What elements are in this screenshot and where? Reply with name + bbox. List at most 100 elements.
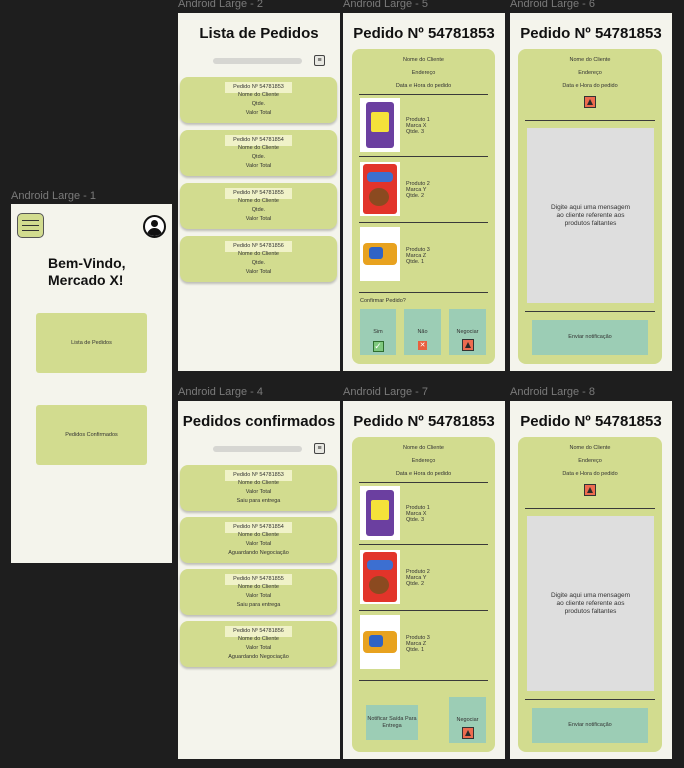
hamburger-icon — [22, 220, 39, 231]
client-name: Nome do Cliente — [238, 198, 279, 204]
order-status: Aguardando Negociação — [228, 550, 289, 556]
confirmed-order-card[interactable]: Pedido Nº 54781853 Nome do Cliente Valor… — [180, 465, 337, 511]
send-notification-button[interactable]: Enviar notificação — [532, 320, 648, 355]
product-2-info: Produto 2 Marca Y Qtde. 2 — [406, 181, 430, 199]
client-name: Nome do Cliente — [238, 92, 279, 98]
client-name: Nome do Cliente — [238, 251, 279, 257]
client-name: Nome do Cliente — [238, 145, 279, 151]
warning-icon — [461, 727, 474, 739]
negotiation-screen-2: Pedido Nº 54781853 Nome do Cliente Ender… — [510, 401, 672, 759]
order-total: Valor Total — [245, 489, 272, 495]
orders-list-button[interactable]: Lista de Pedidos — [36, 313, 147, 373]
welcome-line-2: Mercado X! — [48, 272, 124, 288]
order-detail-screen: Pedido Nº 54781853 Nome do Cliente Ender… — [343, 13, 505, 371]
product-2-info: Produto 2 Marca Y Qtde. 2 — [406, 569, 430, 587]
page-title: Pedido Nº 54781853 — [520, 413, 662, 430]
frame-label-1: Android Large - 1 — [11, 190, 96, 202]
order-card[interactable]: Pedido Nº 54781853 Nome do Cliente Qtde.… — [180, 77, 337, 123]
order-qty: Qtde. — [251, 101, 266, 107]
client-name: Nome do Cliente — [569, 445, 611, 451]
confirmed-order-card[interactable]: Pedido Nº 54781856 Nome do Cliente Valor… — [180, 621, 337, 667]
confirmed-order-card[interactable]: Pedido Nº 54781855 Nome do Cliente Valor… — [180, 569, 337, 615]
order-total: Valor Total — [245, 110, 272, 116]
user-icon — [145, 217, 164, 236]
search-bar[interactable] — [213, 58, 302, 64]
order-card[interactable]: Pedido Nº 54781855 Nome do Cliente Qtde.… — [180, 183, 337, 229]
order-datetime: Data e Hora do pedido — [562, 83, 618, 89]
welcome-line-1: Bem-Vindo, — [48, 255, 126, 271]
product-image-3 — [360, 615, 400, 669]
frame-label-7: Android Large - 7 — [343, 386, 428, 398]
order-card[interactable]: Pedido Nº 54781856 Nome do Cliente Qtde.… — [180, 236, 337, 282]
client-address: Endereço — [411, 70, 436, 76]
menu-button[interactable] — [17, 213, 44, 238]
filter-icon[interactable]: ≡ — [314, 443, 325, 454]
send-notification-button[interactable]: Enviar notificação — [532, 708, 648, 743]
orders-list-screen: Lista de Pedidos ≡ Pedido Nº 54781853 No… — [178, 13, 340, 371]
page-title: Pedido Nº 54781853 — [353, 413, 495, 430]
client-address: Endereço — [578, 458, 602, 464]
product-qty: Qtde. 1 — [406, 259, 425, 265]
negotiation-screen: Pedido Nº 54781853 Nome do Cliente Ender… — [510, 13, 672, 371]
negotiate-button[interactable]: Negociar — [449, 697, 486, 743]
confirmed-order-card[interactable]: Pedido Nº 54781854 Nome do Cliente Valor… — [180, 517, 337, 563]
welcome-title: Bem-Vindo, Mercado X! — [48, 255, 126, 289]
order-panel: Nome do Cliente Endereço Data e Hora do … — [352, 49, 495, 364]
warning-status — [584, 95, 596, 113]
client-name: Nome do Cliente — [569, 57, 611, 63]
search-bar[interactable] — [213, 446, 302, 452]
order-datetime: Data e Hora do pedido — [395, 471, 452, 477]
negotiation-panel: Nome do Cliente Endereço Data e Hora do … — [518, 437, 662, 752]
check-icon: ✓ — [372, 341, 384, 352]
product-1-info: Produto 1 Marca X Qtde. 3 — [406, 505, 430, 523]
product-3-info: Produto 3 Marca Z Qtde. 1 — [406, 635, 430, 653]
negotiate-button[interactable]: Negociar — [449, 309, 486, 355]
order-qty: Qtde. — [251, 207, 266, 213]
filter-icon[interactable]: ≡ — [314, 55, 325, 66]
order-qty: Qtde. — [251, 260, 266, 266]
frame-label-4: Android Large - 4 — [178, 386, 263, 398]
product-qty: Qtde. 2 — [406, 581, 425, 587]
message-textarea[interactable]: Digite aqui uma mensagem ao cliente refe… — [527, 128, 654, 303]
product-image-1 — [360, 98, 400, 152]
confirmed-order-detail-screen: Pedido Nº 54781853 Nome do Cliente Ender… — [343, 401, 505, 759]
message-textarea[interactable]: Digite aqui uma mensagem ao cliente refe… — [527, 516, 654, 691]
no-label: Não — [417, 329, 428, 335]
frame-label-8: Android Large - 8 — [510, 386, 595, 398]
notify-delivery-button[interactable]: Notificar Saída Para Entrega — [366, 705, 418, 740]
order-total: Valor Total — [245, 593, 272, 599]
order-status: Saiu para entrega — [236, 602, 281, 608]
confirmed-orders-button[interactable]: Pedidos Confirmados — [36, 405, 147, 465]
order-total: Valor Total — [245, 541, 272, 547]
divider — [359, 222, 488, 223]
product-3-info: Produto 3 Marca Z Qtde. 1 — [406, 247, 430, 265]
negotiation-panel: Nome do Cliente Endereço Data e Hora do … — [518, 49, 662, 364]
warning-icon — [584, 484, 596, 496]
confirm-no-button[interactable]: Não ✕ — [404, 309, 441, 355]
order-panel: Nome do Cliente Endereço Data e Hora do … — [352, 437, 495, 752]
divider — [359, 94, 488, 95]
product-qty: Qtde. 1 — [406, 647, 425, 653]
frame-label-5: Android Large - 5 — [343, 0, 428, 10]
order-total: Valor Total — [245, 269, 272, 275]
confirm-yes-button[interactable]: Sim ✓ — [360, 309, 396, 355]
order-card[interactable]: Pedido Nº 54781854 Nome do Cliente Qtde.… — [180, 130, 337, 176]
product-image-2 — [360, 162, 400, 216]
profile-button[interactable] — [143, 215, 166, 238]
product-qty: Qtde. 2 — [406, 193, 425, 199]
divider — [359, 680, 488, 681]
client-name: Nome do Cliente — [238, 532, 279, 538]
yes-label: Sim — [373, 329, 383, 335]
divider — [525, 699, 655, 700]
order-status: Saiu para entrega — [236, 498, 281, 504]
divider — [359, 610, 488, 611]
warning-icon — [461, 339, 474, 351]
divider — [525, 508, 655, 509]
client-name: Nome do Cliente — [238, 636, 279, 642]
frame-label-6: Android Large - 6 — [510, 0, 595, 10]
product-image-3 — [360, 227, 400, 281]
client-address: Endereço — [411, 458, 436, 464]
order-total: Valor Total — [245, 216, 272, 222]
divider — [359, 156, 488, 157]
page-title: Lista de Pedidos — [199, 25, 319, 42]
